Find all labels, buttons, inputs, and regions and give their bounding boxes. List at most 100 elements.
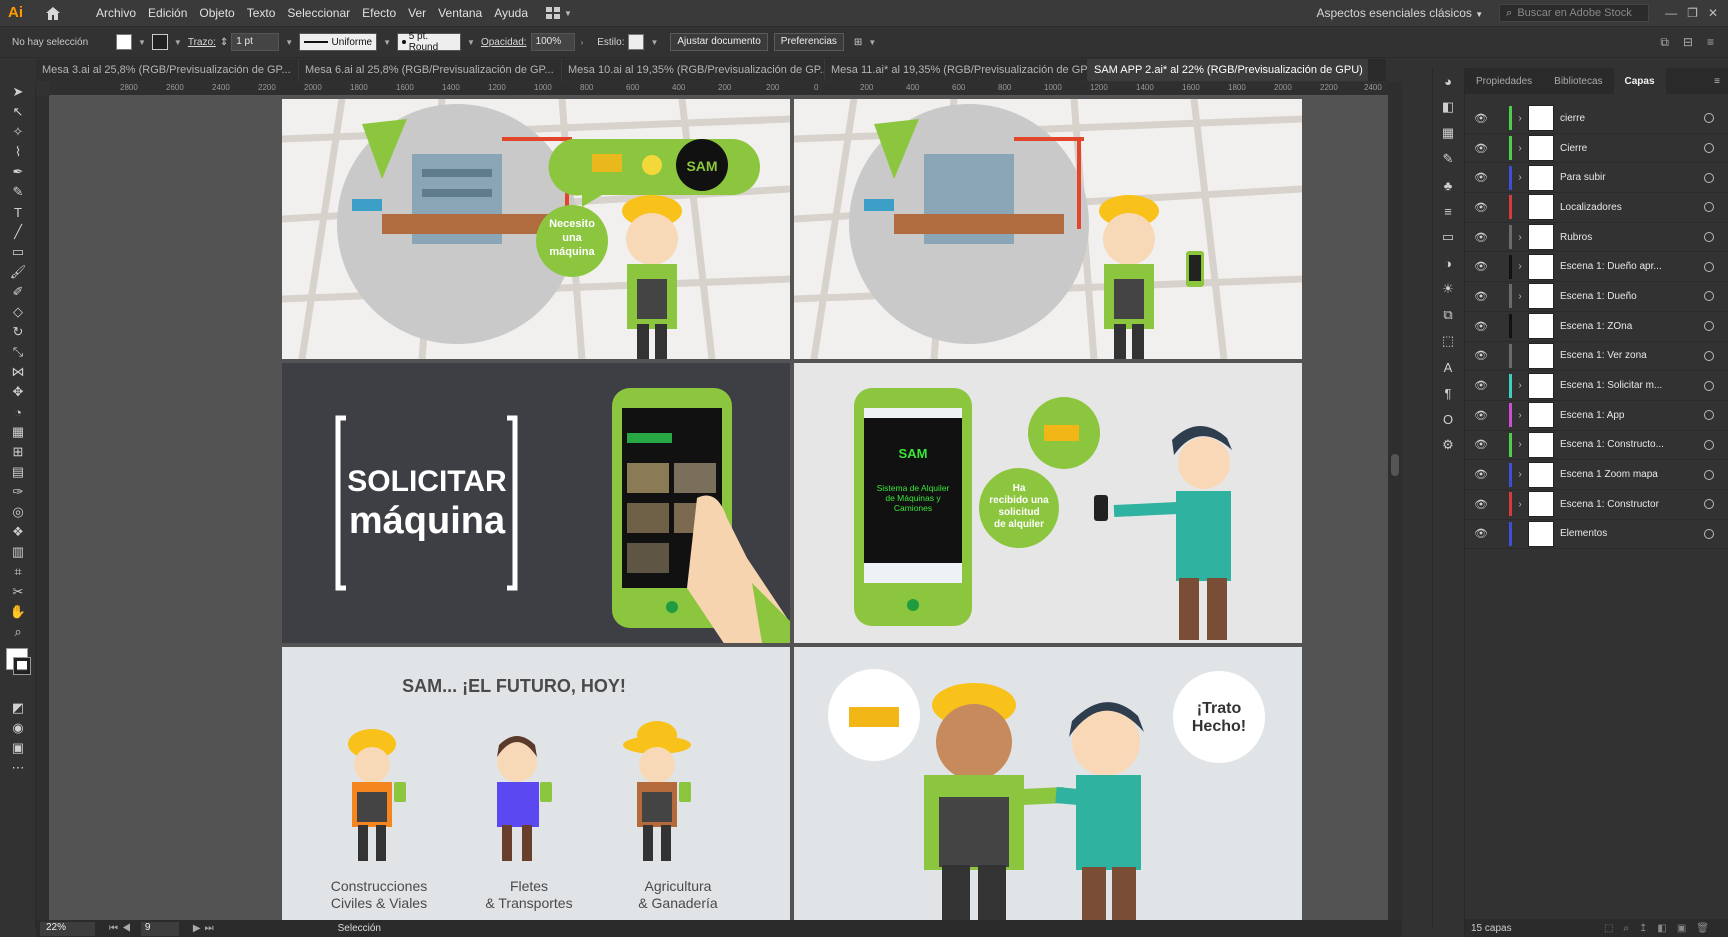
menu-seleccionar[interactable]: Seleccionar <box>287 6 350 20</box>
lasso-tool-icon[interactable]: ⌇ <box>0 142 36 162</box>
close-icon[interactable]: ✕ <box>1708 6 1718 20</box>
visibility-eye-icon[interactable]: 👁 <box>1471 320 1491 333</box>
layer-row[interactable]: 👁 Localizadores <box>1465 193 1728 223</box>
layer-row[interactable]: 👁 › Escena 1: Dueño apr... <box>1465 252 1728 283</box>
puppet-warp-tool-icon[interactable]: ✥ <box>0 382 36 402</box>
chevron-down-icon[interactable]: ▼ <box>174 38 182 47</box>
tab-mesa-6[interactable]: Mesa 6.ai al 25,8% (RGB/Previsualización… <box>299 59 562 81</box>
layer-name[interactable]: Escena 1 Zoom mapa <box>1560 469 1704 480</box>
stepper-icon[interactable]: ⇕ <box>220 37 228 48</box>
expand-chevron-icon[interactable]: › <box>1512 291 1528 302</box>
fill-swatch[interactable] <box>116 34 132 50</box>
visibility-eye-icon[interactable]: 👁 <box>1471 171 1491 184</box>
hand-tool-icon[interactable]: ✋ <box>0 602 36 622</box>
blend-tool-icon[interactable]: ◎ <box>0 502 36 522</box>
chevron-down-icon[interactable]: ▼ <box>383 38 391 47</box>
layer-name[interactable]: Para subir <box>1560 172 1704 183</box>
layer-name[interactable]: Localizadores <box>1560 202 1704 213</box>
layer-name[interactable]: Escena 1: Solicitar m... <box>1560 380 1704 391</box>
symbol-sprayer-tool-icon[interactable]: ❖ <box>0 522 36 542</box>
visibility-eye-icon[interactable]: 👁 <box>1471 349 1491 362</box>
layer-target-icon[interactable] <box>1704 528 1714 539</box>
layer-actions-icons[interactable]: ⬚⌕↥◧▣🗑 <box>1604 923 1719 934</box>
layer-name[interactable]: Escena 1: Ver zona <box>1560 350 1704 361</box>
layer-target-icon[interactable] <box>1704 143 1714 154</box>
layer-row[interactable]: 👁 › Escena 1: Dueño <box>1465 282 1728 312</box>
opentype-icon[interactable]: O <box>1433 406 1463 432</box>
menu-edicion[interactable]: Edición <box>148 6 187 20</box>
tab-bibliotecas[interactable]: Bibliotecas <box>1543 68 1613 94</box>
stroke-icon[interactable]: ≡ <box>1433 198 1463 224</box>
artboard-map-need[interactable]: SAM Necesito una máquina <box>282 99 790 359</box>
layer-target-icon[interactable] <box>1704 350 1714 361</box>
tab-capas[interactable]: Capas <box>1613 68 1666 94</box>
visibility-eye-icon[interactable]: 👁 <box>1471 112 1491 125</box>
menu-efecto[interactable]: Efecto <box>362 6 396 20</box>
eraser-tool-icon[interactable]: ◇ <box>0 302 36 322</box>
rotate-tool-icon[interactable]: ↻ <box>0 322 36 342</box>
layer-target-icon[interactable] <box>1704 113 1714 124</box>
brushes-icon[interactable]: ✎ <box>1433 146 1463 172</box>
layer-target-icon[interactable] <box>1704 172 1714 183</box>
artboard-nav-icons[interactable]: ⏮◀ <box>109 923 135 934</box>
stroke-label[interactable]: Trazo: <box>188 37 216 48</box>
panel-menu-icon[interactable]: ≡ <box>1707 35 1714 50</box>
scale-tool-icon[interactable]: ⤡ <box>0 342 36 362</box>
layer-target-icon[interactable] <box>1704 291 1714 302</box>
home-icon[interactable] <box>44 5 62 21</box>
shaper-tool-icon[interactable]: ✐ <box>0 282 36 302</box>
tab-sam-app[interactable]: SAM APP 2.ai* al 22% (RGB/Previsualizaci… <box>1088 59 1368 81</box>
visibility-eye-icon[interactable]: 👁 <box>1471 438 1491 451</box>
column-graph-tool-icon[interactable]: ▥ <box>0 542 36 562</box>
layer-target-icon[interactable] <box>1704 410 1714 421</box>
layer-target-icon[interactable] <box>1704 232 1714 243</box>
fill-stroke-swatches[interactable] <box>0 642 35 698</box>
transform-icon[interactable]: ⬚ <box>1433 328 1463 354</box>
image-trace-icon[interactable]: ⚙ <box>1433 432 1463 458</box>
expand-chevron-icon[interactable]: › <box>1512 469 1528 480</box>
artboard-nav-next-icons[interactable]: ▶⏭ <box>193 923 218 934</box>
expand-chevron-icon[interactable]: › <box>1512 410 1528 421</box>
selection-tool-icon[interactable]: ➤ <box>0 82 36 102</box>
artboard-canvas[interactable]: SAM Necesito una máquina SOLICITAR máqui… <box>50 96 1388 926</box>
type-tool-icon[interactable]: T <box>0 202 36 222</box>
visibility-eye-icon[interactable]: 👁 <box>1471 290 1491 303</box>
arrange-icon[interactable]: ⧉ <box>1660 35 1669 50</box>
layer-target-icon[interactable] <box>1704 499 1714 510</box>
brush-select[interactable]: 5 pt. Round <box>397 31 462 53</box>
layer-target-icon[interactable] <box>1704 202 1714 213</box>
stroke-swatch[interactable] <box>151 34 168 50</box>
menu-archivo[interactable]: Archivo <box>96 6 136 20</box>
graphic-styles-icon[interactable]: ⧉ <box>1433 302 1463 328</box>
expand-chevron-icon[interactable]: › <box>1512 113 1528 124</box>
layer-row[interactable]: 👁 › Escena 1: Solicitar m... <box>1465 371 1728 401</box>
swatches-icon[interactable]: ▦ <box>1433 120 1463 146</box>
layer-row[interactable]: 👁 › Escena 1: Constructo... <box>1465 431 1728 461</box>
zoom-field[interactable]: 22% <box>40 921 95 936</box>
screen-mode-icon[interactable]: ▣ <box>0 738 36 758</box>
visibility-eye-icon[interactable]: 👁 <box>1471 527 1491 540</box>
visibility-eye-icon[interactable]: 👁 <box>1471 498 1491 511</box>
visibility-eye-icon[interactable]: 👁 <box>1471 201 1491 214</box>
appearance-icon[interactable]: ☀ <box>1433 276 1463 302</box>
more-tools-icon[interactable]: ⋯ <box>0 758 36 778</box>
paintbrush-tool-icon[interactable]: 🖌 <box>0 262 36 282</box>
expand-chevron-icon[interactable]: › <box>1512 499 1528 510</box>
character-icon[interactable]: A <box>1433 354 1463 380</box>
layer-row[interactable]: 👁 › Cierre <box>1465 134 1728 164</box>
menu-ver[interactable]: Ver <box>408 6 426 20</box>
style-swatch[interactable] <box>628 34 645 50</box>
mesh-tool-icon[interactable]: ⊞ <box>0 442 36 462</box>
menu-ventana[interactable]: Ventana <box>438 6 482 20</box>
magic-wand-tool-icon[interactable]: ✧ <box>0 122 36 142</box>
chevron-down-icon[interactable]: ▼ <box>467 38 475 47</box>
visibility-eye-icon[interactable]: 👁 <box>1471 260 1491 273</box>
gradient-icon[interactable]: ▭ <box>1433 224 1463 250</box>
scrollbar-thumb[interactable] <box>1391 454 1399 476</box>
layer-name[interactable]: Elementos <box>1560 528 1704 539</box>
color-icon[interactable]: ◕ <box>1433 68 1463 94</box>
symbols-icon[interactable]: ♣ <box>1433 172 1463 198</box>
width-tool-icon[interactable]: ⋈ <box>0 362 36 382</box>
layer-row[interactable]: 👁 › Escena 1 Zoom mapa <box>1465 460 1728 490</box>
visibility-eye-icon[interactable]: 👁 <box>1471 231 1491 244</box>
